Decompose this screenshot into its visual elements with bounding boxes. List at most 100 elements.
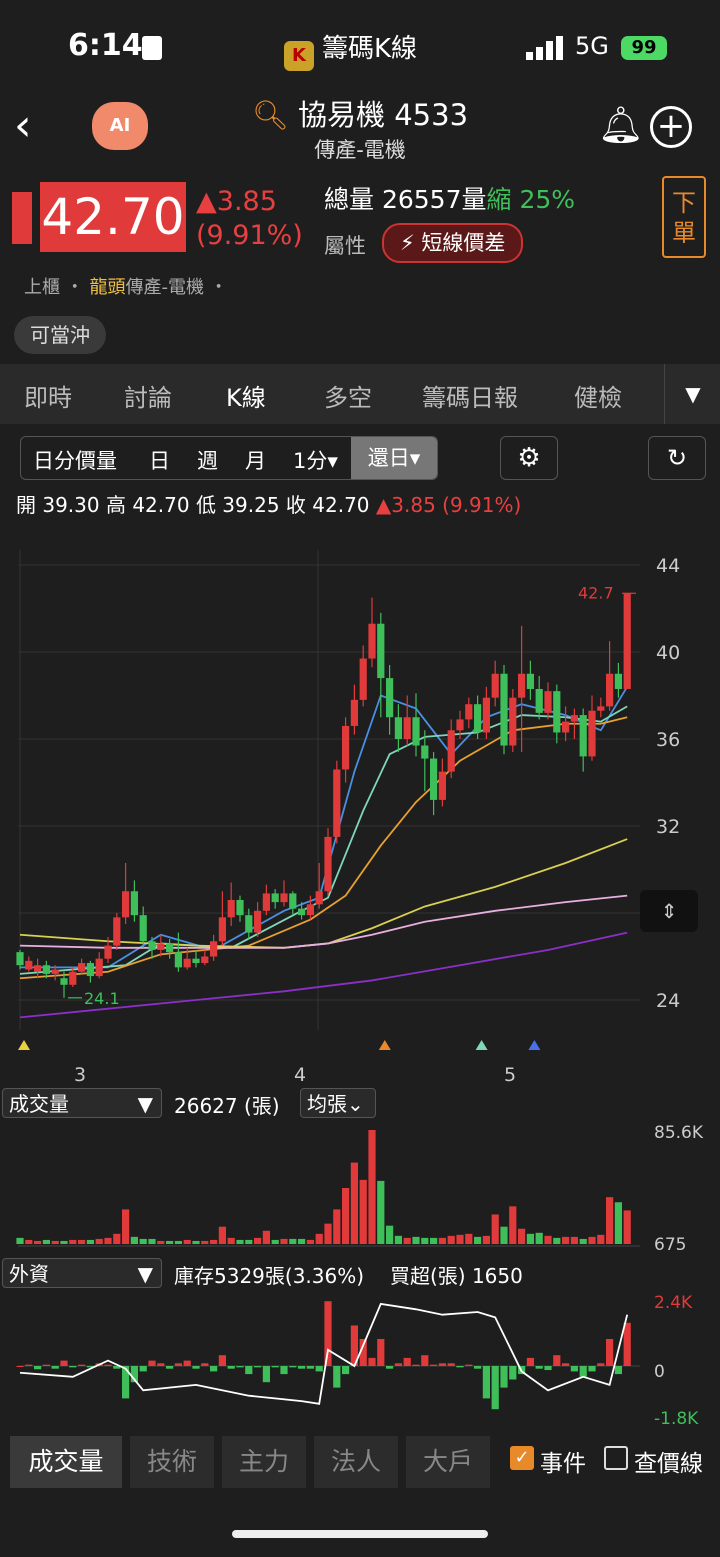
foreign-bar (262, 1366, 270, 1383)
investor-selector[interactable]: 外資 ▼ (2, 1258, 162, 1288)
volume-bar (51, 1240, 59, 1244)
candle (482, 697, 490, 733)
volume-max-label: 85.6K (654, 1123, 704, 1143)
bottom-tab-main-force[interactable]: 主力 (222, 1436, 306, 1488)
candle (130, 891, 138, 916)
ohlc-change: ▲3.85 (9.91%) (375, 493, 522, 517)
bell-icon[interactable]: 🔔︎ (598, 104, 644, 146)
leader-badge[interactable]: 龍頭 (89, 277, 125, 298)
candle (298, 908, 306, 916)
period-minute[interactable]: 1分▾ (293, 445, 338, 475)
candle (25, 960, 33, 970)
foreign-bar (526, 1357, 534, 1366)
kline-chart[interactable]: 44 40 36 32 24 3 4 5 42.7 24.1 (0, 520, 720, 1090)
candle (597, 706, 605, 711)
foreign-bar (139, 1366, 147, 1372)
tab-discussion[interactable]: 討論 (124, 378, 172, 413)
tab-kline[interactable]: K線 (226, 378, 266, 413)
app-logo-icon: K (284, 41, 314, 71)
rotate-screen-icon[interactable]: ↻︎ (648, 436, 706, 480)
bottom-tab-institutional[interactable]: 法人 (314, 1436, 398, 1488)
candle (403, 717, 411, 739)
candle (359, 658, 367, 700)
market-industry[interactable]: 傳產-電機 (125, 277, 204, 298)
candle (227, 899, 235, 918)
foreign-bar (201, 1363, 209, 1366)
period-adjusted[interactable]: 還日▾ (351, 437, 437, 479)
foreign-bar (254, 1366, 262, 1368)
ma20-line (19, 716, 628, 980)
bottom-tab-technical[interactable]: 技術 (130, 1436, 214, 1488)
candle (350, 699, 358, 726)
period-day[interactable]: 日 (149, 445, 170, 475)
candle (324, 836, 332, 892)
period-intraday[interactable]: 日分價量 (33, 445, 117, 475)
candle (174, 952, 182, 968)
avg-lot-button[interactable]: 均張⌄ (300, 1088, 376, 1118)
volume-selector[interactable]: 成交量 ▼ (2, 1088, 162, 1118)
volume-bar (509, 1206, 517, 1244)
bottom-tab-big-holders[interactable]: 大戶 (406, 1436, 490, 1488)
candle (412, 717, 420, 746)
tab-health[interactable]: 健檢 (574, 378, 622, 413)
volume-bar (236, 1239, 244, 1244)
volume-bar (86, 1239, 94, 1244)
scale-handle-icon[interactable]: ⇕ (640, 890, 698, 932)
investor-selector-value: 外資 (9, 1262, 49, 1286)
foreign-chart[interactable]: 2.4K 0 -1.8K (0, 1290, 720, 1426)
volume-bar (78, 1239, 86, 1244)
volume-bar (34, 1240, 42, 1244)
foreign-bar (183, 1360, 191, 1366)
foreign-bar (315, 1366, 323, 1372)
signal-icon (526, 36, 563, 60)
short-term-tag[interactable]: ⚡ 短線價差 (382, 223, 524, 263)
period-month[interactable]: 月 (245, 445, 266, 475)
volume-bar (245, 1239, 253, 1244)
foreign-bar (271, 1366, 279, 1368)
add-watchlist-button[interactable]: + (650, 106, 692, 148)
volume-bar (579, 1238, 587, 1244)
foreign-bar (227, 1366, 235, 1369)
foreign-bar (588, 1366, 596, 1372)
candle (183, 958, 191, 968)
status-time: 6:14 (68, 28, 143, 63)
foreign-bar (166, 1366, 174, 1369)
market-type: 上櫃 (24, 277, 60, 298)
ma10-line (19, 705, 628, 975)
events-checkbox[interactable]: ✓ (510, 1446, 534, 1470)
events-label: 事件 (540, 1451, 586, 1477)
order-button[interactable]: 下單 (662, 176, 706, 258)
candle (34, 965, 42, 972)
candle (306, 904, 314, 916)
candle (614, 673, 622, 689)
candle (16, 952, 24, 966)
bottom-tab-volume[interactable]: 成交量 (10, 1436, 122, 1488)
tabs-dropdown-button[interactable]: ▼ (664, 364, 720, 424)
tab-bull-bear[interactable]: 多空 (324, 378, 372, 413)
candle (201, 956, 209, 964)
volume-chart[interactable]: 85.6K 675 (0, 1122, 720, 1254)
total-volume: 總量 26557量縮 25% (324, 180, 575, 216)
event-marker (528, 1040, 541, 1050)
candle (333, 769, 341, 837)
volume-bar (526, 1233, 534, 1244)
ma60-line (19, 838, 628, 949)
gear-icon[interactable]: ⚙︎ (500, 436, 558, 480)
price-line-checkbox[interactable] (604, 1446, 628, 1470)
volume-bar (271, 1239, 279, 1244)
candle (394, 717, 402, 739)
tab-chip-daily[interactable]: 籌碼日報 (422, 378, 518, 413)
volume-bar (333, 1209, 341, 1244)
foreign-bar (174, 1363, 182, 1366)
candle (148, 941, 156, 950)
ma5-line (20, 686, 628, 969)
candle (289, 893, 297, 909)
candle (465, 704, 473, 720)
x-tick-label: 3 (74, 1064, 86, 1086)
foreign-bar (438, 1363, 446, 1366)
foreign-y-label: -1.8K (654, 1409, 699, 1426)
tab-realtime[interactable]: 即時 (24, 378, 72, 413)
foreign-bar (298, 1366, 306, 1369)
volume-bar (623, 1210, 631, 1244)
period-week[interactable]: 週 (197, 445, 218, 475)
